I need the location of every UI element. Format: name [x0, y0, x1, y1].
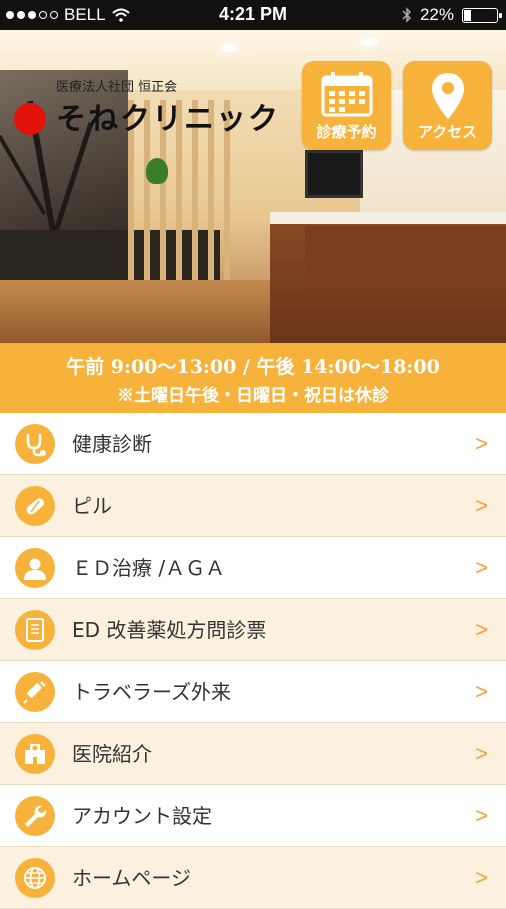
clinic-building-icon	[15, 734, 55, 774]
battery-icon	[462, 7, 502, 23]
clinic-logo-dot	[14, 103, 46, 135]
hours-line-2: ※土曜日午後・日曜日・祝日は休診	[117, 386, 389, 406]
bluetooth-icon	[402, 7, 412, 23]
menu-item-travelers-clinic[interactable]: トラベラーズ外来 >	[0, 661, 506, 723]
clinic-subtitle: 医療法人社団 恒正会	[56, 80, 178, 95]
reservation-label: 診療予約	[316, 123, 377, 141]
menu-item-ed-questionnaire[interactable]: ED 改善薬処方問診票 >	[0, 599, 506, 661]
menu-item-health-checkup[interactable]: 健康診断 >	[0, 413, 506, 475]
chevron-right-icon: >	[475, 431, 488, 456]
globe-icon	[15, 858, 55, 898]
document-icon	[15, 610, 55, 650]
status-right: 22%	[402, 5, 502, 25]
status-bar: BELL 4:21 PM 22%	[0, 0, 506, 30]
menu-item-label: トラベラーズ外来	[72, 680, 231, 704]
wrench-icon	[15, 796, 55, 836]
menu-item-ed-aga[interactable]: ＥＤ治療 /ＡＧＡ >	[0, 537, 506, 599]
battery-percent: 22%	[419, 5, 454, 24]
map-pin-icon	[431, 73, 464, 119]
chevron-right-icon: >	[475, 803, 488, 828]
menu-item-label: ピル	[72, 494, 112, 518]
menu-list: 健康診断 > ピル > ＥＤ治療 /ＡＧＡ > ED 改善薬処方問診票 > トラ…	[0, 413, 506, 909]
chevron-right-icon: >	[475, 741, 488, 766]
battery-fill	[464, 9, 471, 21]
access-label: アクセス	[417, 123, 478, 141]
person-icon	[15, 548, 55, 588]
stethoscope-icon	[15, 424, 55, 464]
hours-banner: 午前 9:00〜13:00 / 午後 14:00〜18:00 ※土曜日午後・日曜…	[0, 343, 506, 413]
menu-item-pill[interactable]: ピル >	[0, 475, 506, 537]
clinic-name: そねクリニック	[56, 102, 280, 137]
syringe-icon	[15, 672, 55, 712]
menu-item-label: 医院紹介	[72, 742, 152, 766]
chevron-right-icon: >	[475, 679, 488, 704]
chevron-right-icon: >	[475, 555, 488, 580]
reservation-button[interactable]: 診療予約	[302, 61, 391, 150]
access-button[interactable]: アクセス	[403, 61, 492, 150]
hours-line-1: 午前 9:00〜13:00 / 午後 14:00〜18:00	[66, 356, 440, 378]
menu-item-clinic-intro[interactable]: 医院紹介 >	[0, 723, 506, 785]
menu-item-label: ED 改善薬処方問診票	[72, 618, 267, 642]
calendar-icon	[321, 72, 372, 117]
menu-item-label: 健康診断	[72, 432, 152, 456]
menu-item-label: アカウント設定	[72, 804, 212, 828]
hero-image: 医療法人社団 恒正会 そねクリニック 診療予約 アクセス	[0, 30, 506, 343]
menu-item-account-settings[interactable]: アカウント設定 >	[0, 785, 506, 847]
menu-item-label: ＥＤ治療 /ＡＧＡ	[72, 556, 226, 580]
pill-icon	[15, 486, 55, 526]
chevron-right-icon: >	[475, 493, 488, 518]
chevron-right-icon: >	[475, 617, 488, 642]
